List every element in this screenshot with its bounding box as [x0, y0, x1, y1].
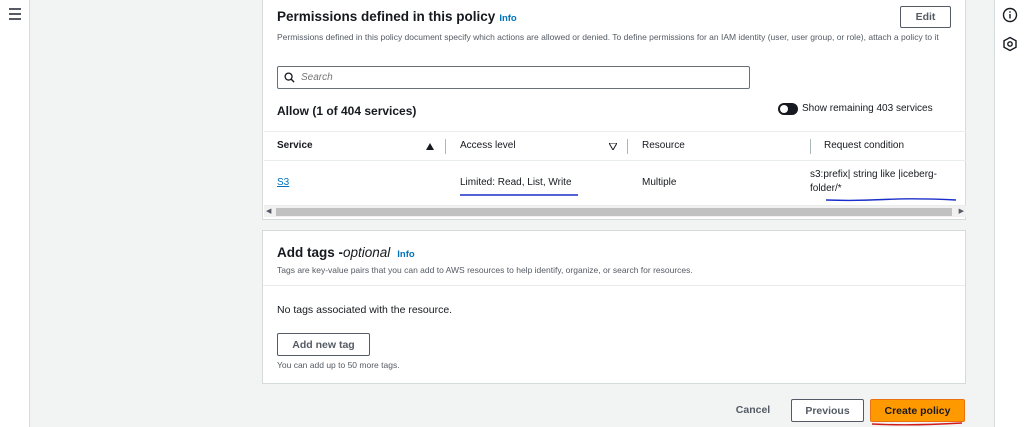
scroll-left-icon[interactable]: ◀: [266, 207, 271, 215]
show-remaining-toggle[interactable]: [778, 103, 798, 115]
search-icon: [284, 72, 295, 83]
column-divider[interactable]: [627, 139, 628, 154]
table-row: S3 Limited: Read, List, Write Multiple s…: [264, 161, 966, 205]
column-header-request-condition[interactable]: Request condition: [824, 140, 904, 151]
permissions-description: Permissions defined in this policy docum…: [277, 32, 939, 42]
settings-hex-icon[interactable]: [1002, 36, 1018, 52]
permissions-panel: Permissions defined in this policy Info …: [262, 0, 966, 220]
no-tags-text: No tags associated with the resource.: [277, 304, 453, 316]
column-header-resource[interactable]: Resource: [642, 140, 685, 151]
horizontal-scrollbar[interactable]: ◀ ▶: [264, 205, 966, 217]
tags-title: Add tags -: [277, 245, 343, 260]
column-divider[interactable]: [810, 139, 811, 154]
divider: [263, 285, 965, 286]
search-field[interactable]: [277, 66, 750, 89]
permissions-header: Permissions defined in this policy Info: [277, 9, 517, 24]
add-new-tag-button[interactable]: Add new tag: [277, 333, 370, 356]
previous-button[interactable]: Previous: [791, 399, 864, 422]
sort-down-icon[interactable]: [609, 143, 617, 150]
left-navigation-rail: [0, 0, 30, 427]
permissions-info-link[interactable]: Info: [499, 13, 516, 24]
scrollbar-thumb[interactable]: [276, 208, 952, 216]
right-tools-rail: [994, 0, 1024, 427]
show-remaining-label: Show remaining 403 services: [802, 103, 933, 114]
allow-heading: Allow (1 of 404 services): [277, 104, 417, 118]
edit-button[interactable]: Edit: [900, 6, 951, 28]
search-input[interactable]: [301, 72, 701, 83]
tags-panel: Add tags - optional Info Tags are key-va…: [262, 230, 966, 384]
permissions-title: Permissions defined in this policy: [277, 9, 496, 24]
create-policy-button[interactable]: Create policy: [870, 399, 965, 422]
annotation-underline: [825, 198, 957, 202]
tags-info-link[interactable]: Info: [397, 249, 414, 260]
condition-value: s3:prefix| string like |iceberg- folder/…: [810, 168, 937, 196]
tags-title-optional: optional: [343, 245, 391, 260]
column-header-service[interactable]: Service: [277, 140, 313, 151]
condition-line-1: s3:prefix| string like |iceberg-: [810, 169, 937, 180]
column-header-access-level[interactable]: Access level: [460, 140, 516, 151]
tags-header: Add tags - optional Info: [277, 245, 415, 260]
column-divider[interactable]: [445, 139, 446, 154]
cancel-button[interactable]: Cancel: [728, 399, 778, 421]
access-level-value: Limited: Read, List, Write: [460, 177, 572, 188]
info-circle-icon[interactable]: [1002, 7, 1018, 23]
sort-up-icon[interactable]: [426, 143, 434, 150]
resource-value: Multiple: [642, 177, 677, 188]
tags-description: Tags are key-value pairs that you can ad…: [277, 265, 693, 275]
annotation-underline: [871, 422, 963, 426]
tags-limit-text: You can add up to 50 more tags.: [277, 360, 400, 370]
permissions-table-header: Service Access level Resource Request co…: [264, 131, 966, 161]
condition-line-2: folder/*: [810, 183, 842, 194]
menu-icon[interactable]: [9, 8, 21, 20]
annotation-underline: [460, 194, 578, 196]
service-link[interactable]: S3: [277, 177, 289, 188]
scroll-right-icon[interactable]: ▶: [959, 207, 964, 215]
